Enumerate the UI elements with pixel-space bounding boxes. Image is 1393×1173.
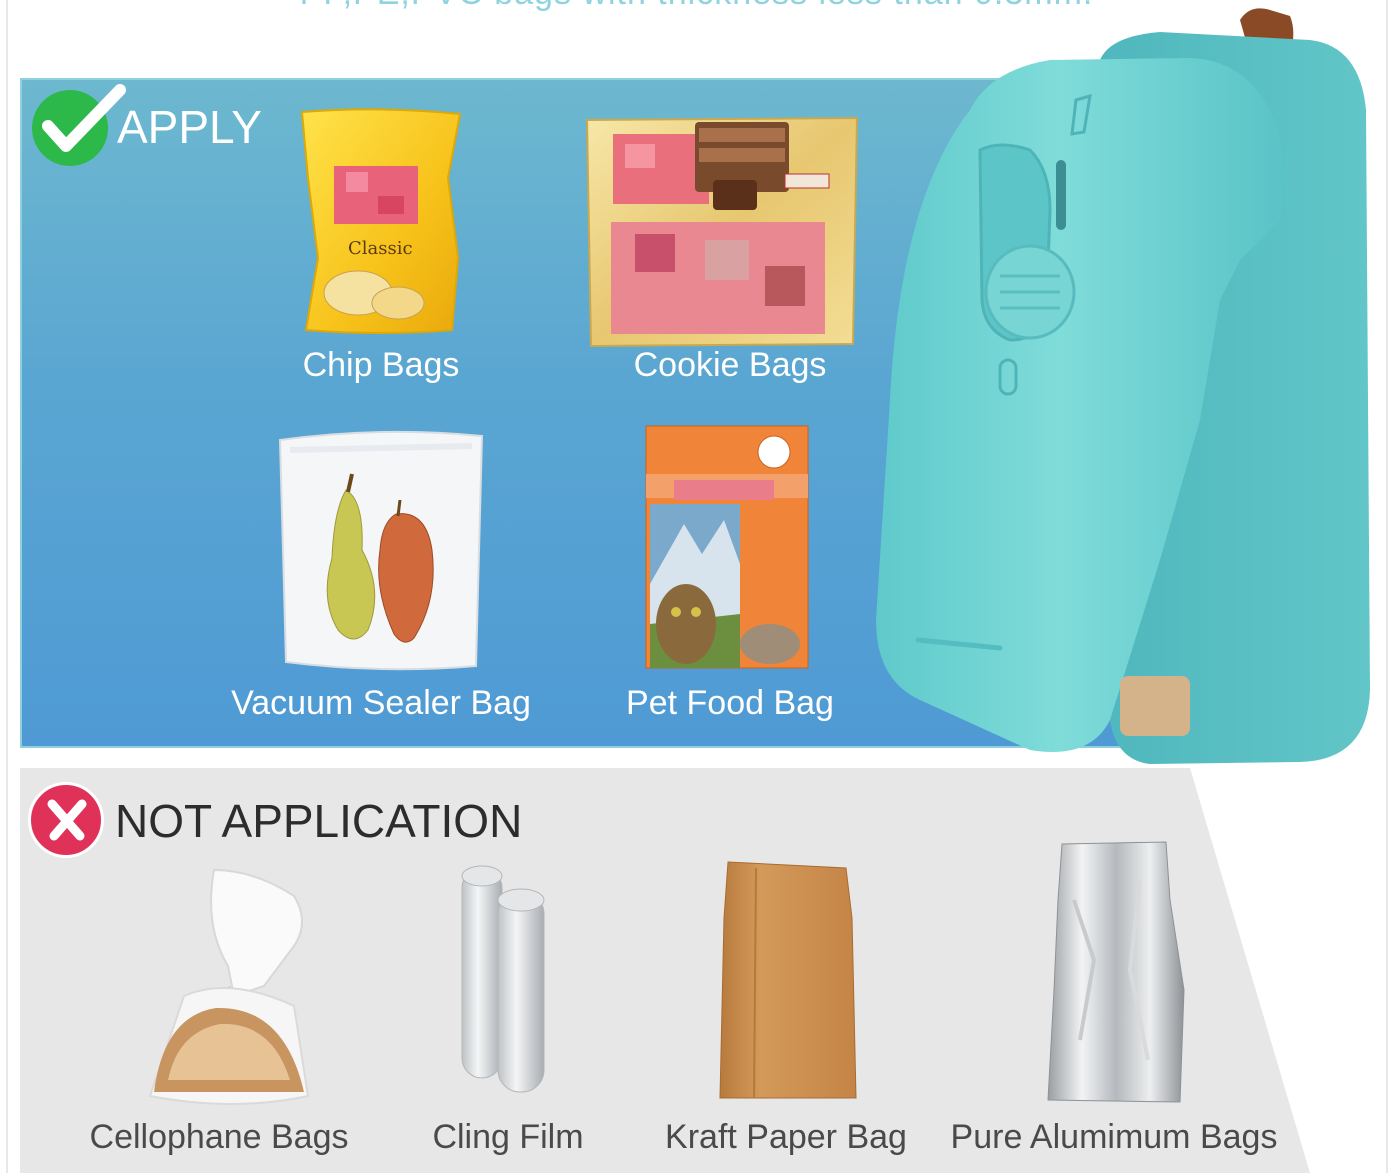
not-application-heading: NOT APPLICATION	[115, 795, 523, 847]
apply-label-pet-food-bag: Pet Food Bag	[626, 684, 834, 722]
cross-badge	[28, 782, 104, 858]
pet-food-bag-image	[645, 425, 809, 669]
chip-bag-brand-text: Classic	[348, 238, 413, 259]
apply-heading: APPLY	[117, 101, 262, 153]
cross-icon	[47, 799, 87, 841]
check-badge	[32, 84, 126, 166]
not-label-cling-film: Cling Film	[432, 1118, 584, 1156]
cookie-bag-image	[585, 116, 859, 348]
chip-bag-image: Classic	[300, 108, 462, 334]
not-label-kraft-paper-bag: Kraft Paper Bag	[665, 1118, 907, 1156]
apply-label-cookie-bags: Cookie Bags	[633, 346, 827, 384]
vacuum-bag-image	[278, 430, 484, 671]
frame-left-border	[6, 0, 8, 1173]
cling-film-image	[461, 865, 545, 1093]
apply-label-vacuum-sealer-bag: Vacuum Sealer Bag	[231, 684, 531, 722]
apply-label-chip-bags: Chip Bags	[302, 346, 460, 384]
kraft-paper-bag-image	[719, 861, 857, 1099]
not-label-cellophane-bags: Cellophane Bags	[89, 1118, 349, 1156]
cellophane-bag-image	[148, 868, 310, 1105]
bag-sealer-device-image	[876, 8, 1370, 764]
not-label-pure-aluminum-bags: Pure Alumimum Bags	[950, 1118, 1278, 1156]
aluminum-bag-image	[1047, 841, 1185, 1103]
